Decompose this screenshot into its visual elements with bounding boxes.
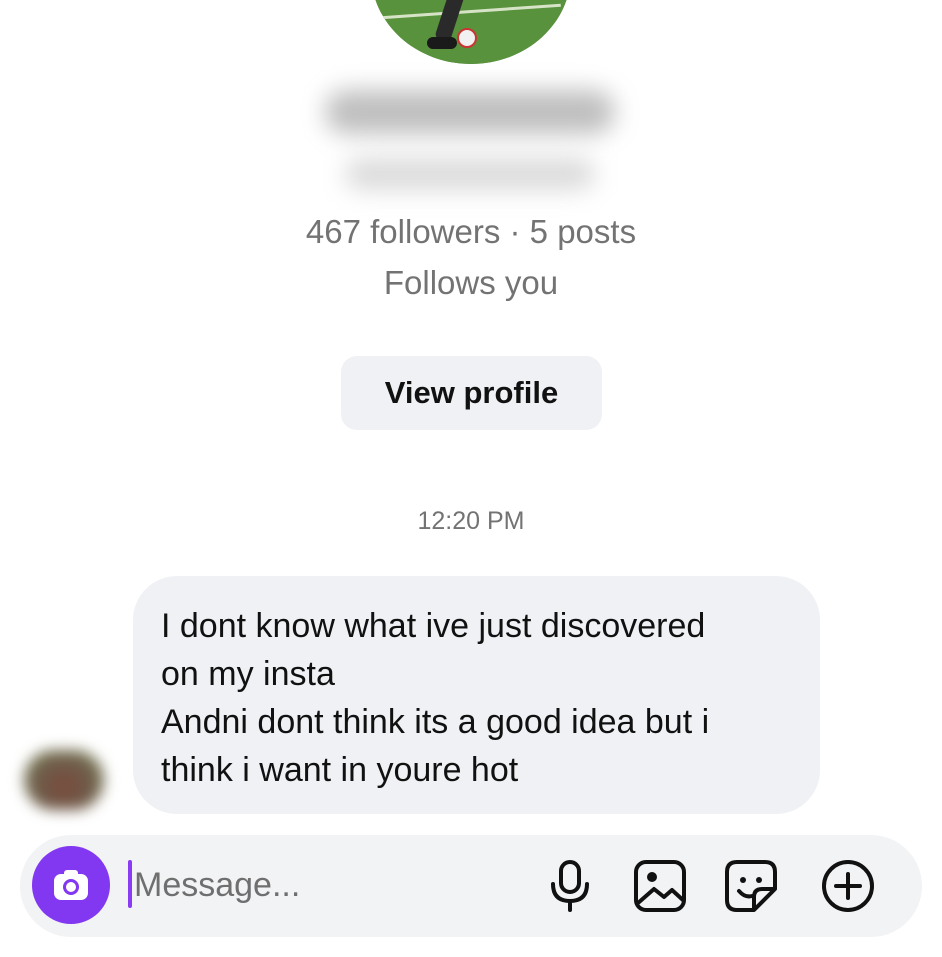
profile-username-redacted (345, 158, 595, 190)
message-bubble[interactable]: I dont know what ive just discovered on … (133, 576, 820, 814)
sticker-icon (725, 860, 777, 912)
message-line: on my insta (161, 655, 335, 693)
message-timestamp: 12:20 PM (417, 507, 525, 535)
microphone-button[interactable] (542, 858, 598, 914)
avatar-photo-shoe (427, 37, 457, 49)
camera-button[interactable] (32, 846, 110, 924)
gallery-button[interactable] (632, 858, 688, 914)
add-icon (822, 860, 874, 912)
message-input[interactable] (134, 860, 514, 910)
text-cursor (128, 860, 132, 908)
avatar-photo-ball (457, 28, 477, 48)
message-line: Andni dont think its a good idea but i (161, 703, 710, 741)
message-line: think i want in youre hot (161, 751, 519, 789)
add-button[interactable] (820, 858, 876, 914)
camera-icon (54, 870, 88, 900)
profile-name-redacted (325, 90, 615, 134)
view-profile-button[interactable]: View profile (341, 356, 602, 430)
profile-stats: 467 followers · 5 posts (305, 213, 637, 250)
sticker-button[interactable] (723, 858, 779, 914)
follows-you-label: Follows you (383, 264, 559, 301)
profile-avatar[interactable] (371, 0, 571, 64)
sender-avatar[interactable] (24, 750, 104, 810)
message-line: I dont know what ive just discovered (161, 607, 706, 645)
microphone-icon (551, 860, 589, 912)
gallery-icon (634, 860, 686, 912)
